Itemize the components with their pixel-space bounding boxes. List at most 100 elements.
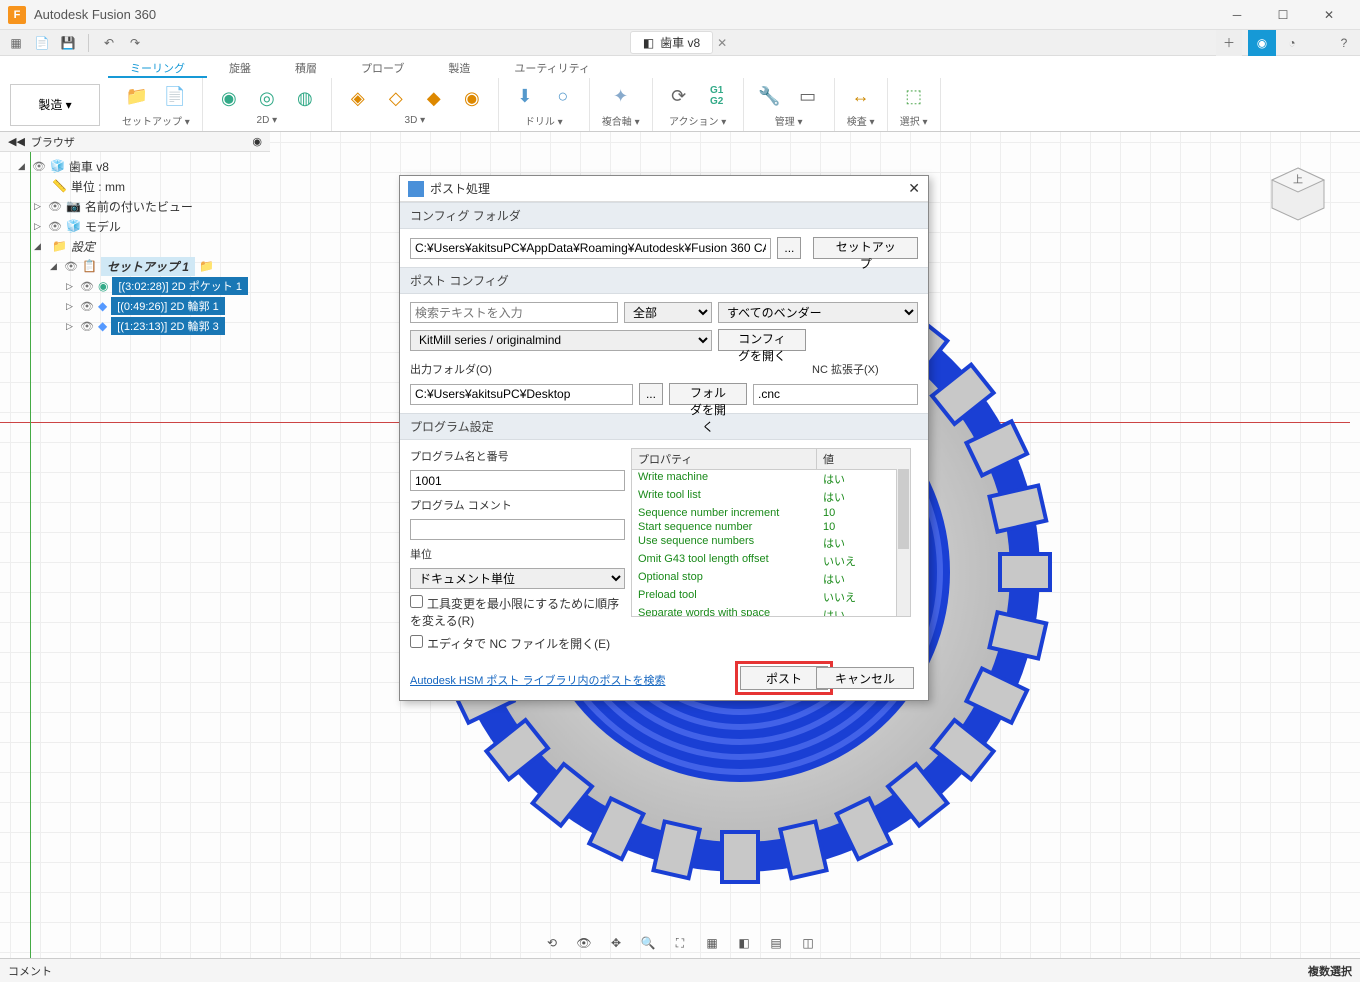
setup-button[interactable]: セットアップ xyxy=(813,237,918,259)
cube-icon: ◧ xyxy=(643,36,654,50)
property-row[interactable]: Preload toolいいえ xyxy=(632,588,910,606)
browse-output-button[interactable]: ... xyxy=(639,383,663,405)
adaptive-icon[interactable]: ◈ xyxy=(344,84,372,112)
maximize-button[interactable]: ☐ xyxy=(1260,0,1306,30)
tree-models[interactable]: ▷👁🧊モデル xyxy=(0,216,270,236)
tree-op-3[interactable]: ▷👁◆[(1:23:13)] 2D 輪郭 3 xyxy=(0,316,270,336)
open-nc-checkbox[interactable] xyxy=(410,635,423,648)
orbit-icon[interactable]: ⟲ xyxy=(541,932,563,954)
tree-op-2[interactable]: ▷👁◆[(0:49:26)] 2D 輪郭 1 xyxy=(0,296,270,316)
filter-dropdown[interactable]: 全部 xyxy=(624,302,712,323)
ribbon-tab-utilities[interactable]: ユーティリティ xyxy=(492,56,612,78)
contour-icon[interactable]: ◎ xyxy=(253,84,281,112)
save-icon[interactable]: 💾 xyxy=(58,33,78,53)
setup-folder-icon[interactable]: 📁 xyxy=(123,82,151,110)
dialog-close-button[interactable]: ✕ xyxy=(908,180,920,197)
reorder-checkbox-label[interactable]: 工具変更を最小限にするために順序を変える(R) xyxy=(410,595,625,629)
hole-icon[interactable]: ○ xyxy=(549,82,577,110)
tree-root[interactable]: ◢👁🧊歯車 v8 xyxy=(0,156,270,176)
generate-icon[interactable]: ⟳ xyxy=(665,82,693,110)
effects-icon[interactable]: ◧ xyxy=(733,932,755,954)
config-folder-input[interactable] xyxy=(410,238,771,259)
property-row[interactable]: Write machineはい xyxy=(632,470,910,488)
hsm-library-link[interactable]: Autodesk HSM ポスト ライブラリ内のポストを検索 xyxy=(410,672,665,688)
property-row[interactable]: Write tool listはい xyxy=(632,488,910,506)
select-icon[interactable]: ⬚ xyxy=(900,82,928,110)
tree-setup1[interactable]: ◢👁📋セットアップ 1📁 xyxy=(0,256,270,276)
tree-setups[interactable]: ◢📁設定 xyxy=(0,236,270,256)
property-row[interactable]: Use sequence numbersはい xyxy=(632,534,910,552)
tree-named-views[interactable]: ▷👁📷名前の付いたビュー xyxy=(0,196,270,216)
reorder-checkbox[interactable] xyxy=(410,595,423,608)
program-comment-label: プログラム コメント xyxy=(410,497,625,513)
measure-icon[interactable]: ↔ xyxy=(847,82,875,110)
settings-dot-icon[interactable]: ◉ xyxy=(252,135,262,148)
vendor-dropdown[interactable]: すべてのベンダー xyxy=(718,302,918,323)
tab-close-icon[interactable]: ✕ xyxy=(713,36,731,50)
nc-ext-input[interactable] xyxy=(753,384,918,405)
spiral-icon[interactable]: ◉ xyxy=(458,84,486,112)
setup-sheet-icon[interactable]: 📄 xyxy=(161,82,189,110)
cancel-button[interactable]: キャンセル xyxy=(816,667,914,689)
grid-icon[interactable]: ▤ xyxy=(765,932,787,954)
zoom-icon[interactable]: 🔍 xyxy=(637,932,659,954)
tree-op-1[interactable]: ▷👁◉[(3:02:28)] 2D ポケット 1 xyxy=(0,276,270,296)
swarf-icon[interactable]: ✦ xyxy=(607,82,635,110)
property-table[interactable]: プロパティ 値 Write machineはいWrite tool listはい… xyxy=(631,448,911,617)
property-row[interactable]: Omit G43 tool length offsetいいえ xyxy=(632,552,910,570)
tree-units[interactable]: 📏単位 : mm xyxy=(0,176,270,196)
property-row[interactable]: Start sequence number10 xyxy=(632,520,910,534)
unit-select[interactable]: ドキュメント単位 xyxy=(410,568,625,589)
property-row[interactable]: Separate words with spaceはい xyxy=(632,606,910,617)
machine-library-icon[interactable]: ▭ xyxy=(794,82,822,110)
property-row[interactable]: Optional stopはい xyxy=(632,570,910,588)
property-scrollbar[interactable] xyxy=(896,469,910,616)
workspace-switcher[interactable]: 製造 ▾ xyxy=(10,84,100,126)
group-label: 3D ▾ xyxy=(405,115,426,126)
property-row[interactable]: Sequence number increment10 xyxy=(632,506,910,520)
display-icon[interactable]: ▦ xyxy=(701,932,723,954)
pan-icon[interactable]: ✥ xyxy=(605,932,627,954)
document-tab[interactable]: ◧ 歯車 v8 xyxy=(630,31,713,54)
comment-label[interactable]: コメント xyxy=(8,963,52,979)
output-folder-input[interactable] xyxy=(410,384,633,405)
new-tab-button[interactable]: ＋ xyxy=(1216,30,1242,56)
drill-icon[interactable]: ⬇ xyxy=(511,82,539,110)
prop-header-name: プロパティ xyxy=(632,449,817,469)
redo-icon[interactable]: ↷ xyxy=(125,33,145,53)
open-config-button[interactable]: コンフィグを開く xyxy=(718,329,806,351)
close-window-button[interactable]: ✕ xyxy=(1306,0,1352,30)
pocket-icon[interactable]: ◍ xyxy=(291,84,319,112)
gcode-icon[interactable]: G1G2 xyxy=(703,82,731,110)
file-menu-icon[interactable]: 📄 xyxy=(32,33,52,53)
data-panel-icon[interactable]: ▦ xyxy=(6,33,26,53)
job-status-icon[interactable]: ◔ xyxy=(1282,33,1302,53)
view-cube[interactable]: 上 xyxy=(1266,162,1330,226)
face-icon[interactable]: ◉ xyxy=(215,84,243,112)
viewports-icon[interactable]: ◫ xyxy=(797,932,819,954)
search-input[interactable] xyxy=(410,302,618,323)
look-icon[interactable]: 👁 xyxy=(573,932,595,954)
ribbon-tab-additive[interactable]: 積層 xyxy=(273,56,339,78)
open-nc-checkbox-label[interactable]: エディタで NC ファイルを開く(E) xyxy=(410,635,625,652)
fit-icon[interactable]: ⛶ xyxy=(669,932,691,954)
group-label: 2D ▾ xyxy=(257,115,278,126)
extensions-button[interactable]: ◉ xyxy=(1248,30,1276,56)
help-icon[interactable]: ? xyxy=(1334,33,1354,53)
open-folder-button[interactable]: フォルダを開く xyxy=(669,383,747,405)
tool-library-icon[interactable]: 🔧 xyxy=(756,82,784,110)
scallop-icon[interactable]: ◆ xyxy=(420,84,448,112)
ribbon-tab-turning[interactable]: 旋盤 xyxy=(207,56,273,78)
ribbon-tab-probe[interactable]: プローブ xyxy=(339,56,426,78)
undo-icon[interactable]: ↶ xyxy=(99,33,119,53)
program-comment-input[interactable] xyxy=(410,519,625,540)
ribbon-tab-fabrication[interactable]: 製造 xyxy=(426,56,492,78)
browse-config-button[interactable]: ... xyxy=(777,237,801,259)
minimize-button[interactable]: ─ xyxy=(1214,0,1260,30)
collapse-icon[interactable]: ◀◀ xyxy=(8,135,25,148)
program-name-input[interactable] xyxy=(410,470,625,491)
parallel-icon[interactable]: ◇ xyxy=(382,84,410,112)
post-select[interactable]: KitMill series / originalmind xyxy=(410,330,712,351)
ribbon-tab-milling[interactable]: ミーリング xyxy=(108,56,207,78)
post-button[interactable]: ポスト xyxy=(740,666,828,690)
